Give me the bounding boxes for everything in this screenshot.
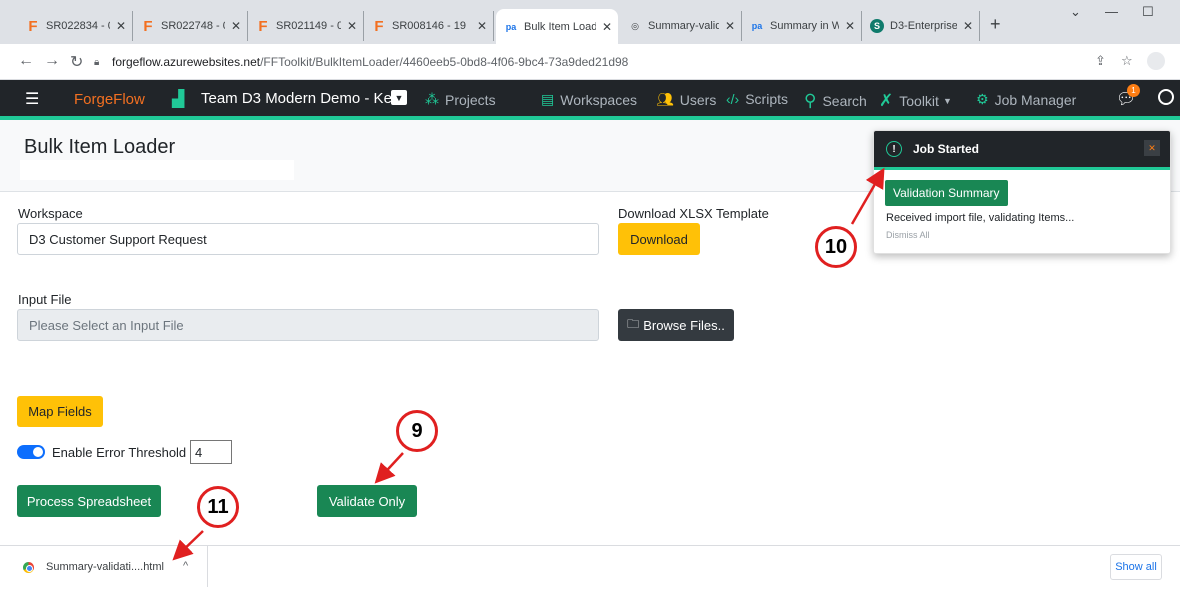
arrow-step-11 [172,530,204,561]
annotation-arrows [172,167,885,561]
arrow-step-9 [374,452,404,484]
callout-step-9: 9 [396,410,438,452]
arrow-step-10 [850,167,885,225]
callout-step-11: 11 [197,486,239,528]
torn-edge-bottom [0,587,1194,600]
callout-step-10: 10 [815,226,857,268]
torn-edge-right [1180,0,1194,600]
